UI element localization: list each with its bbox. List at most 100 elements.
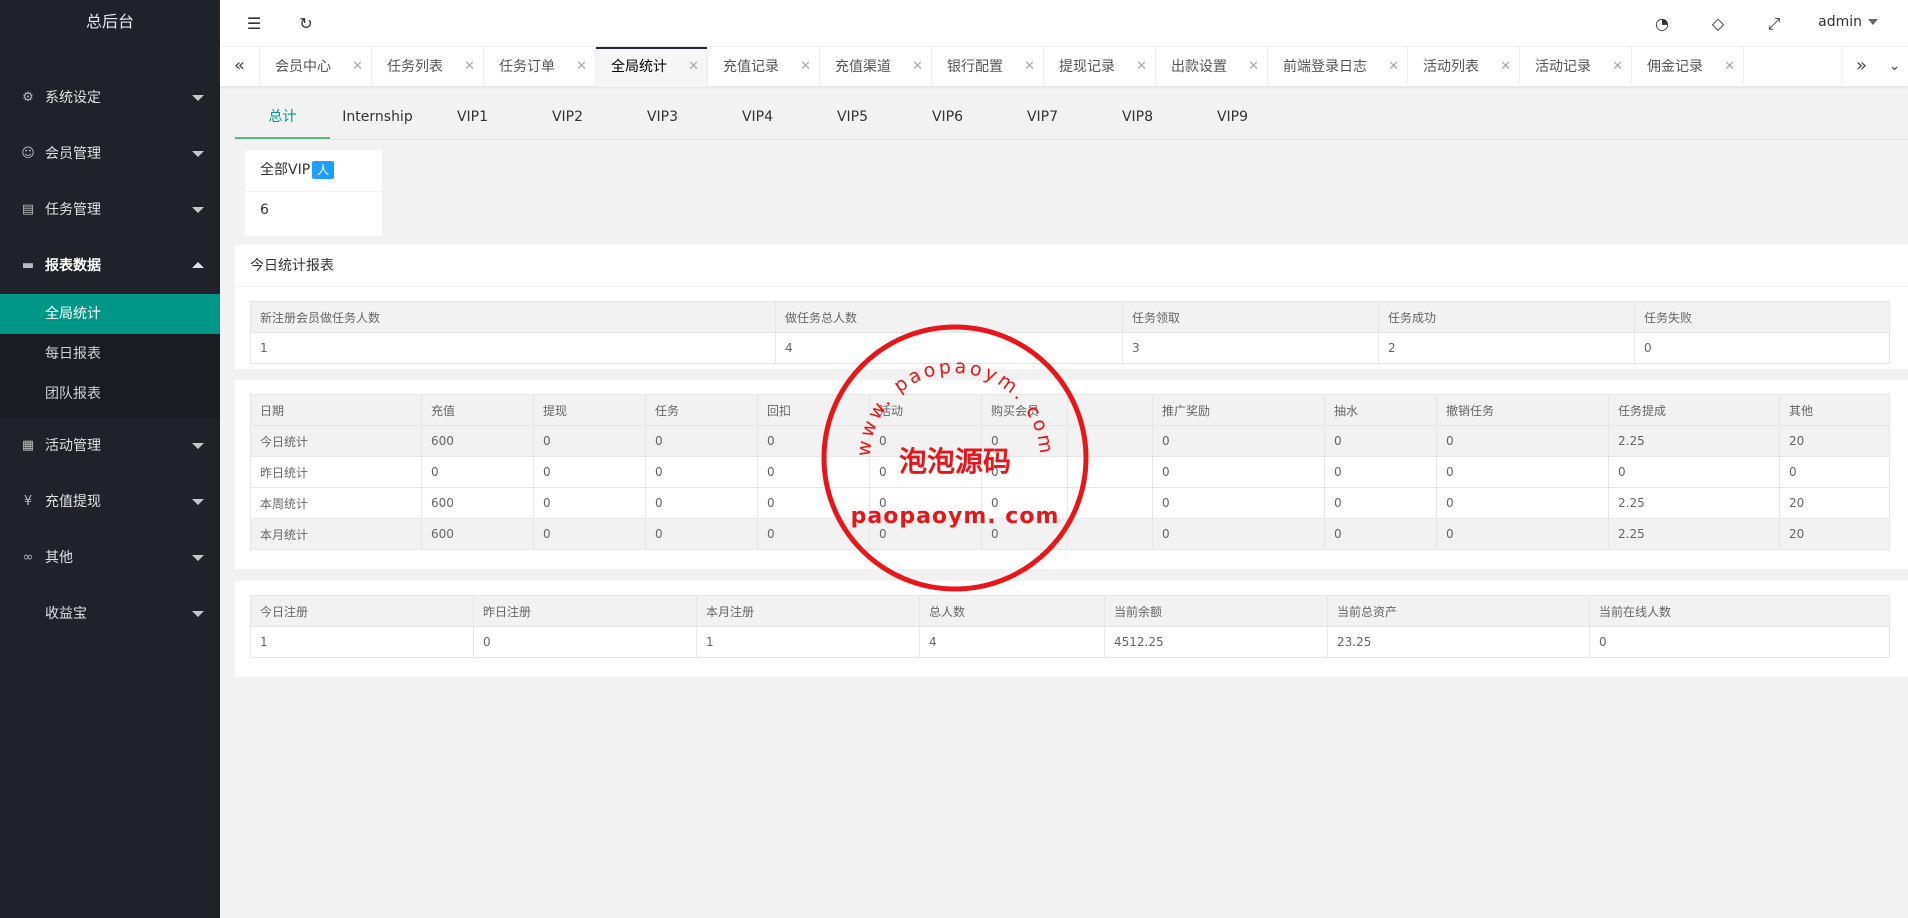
- table-cell: 0: [533, 425, 646, 457]
- table-row: 本周统计 600 0 0 0 0 0 0 0 0 2.25 20: [250, 487, 1890, 519]
- sidebar-subitem-daily-report[interactable]: 每日报表: [0, 334, 220, 374]
- tab-task-list[interactable]: 任务列表 ✕: [372, 47, 484, 87]
- close-icon[interactable]: ✕: [912, 47, 923, 87]
- vip-tab-internship[interactable]: Internship: [330, 100, 425, 139]
- sidebar-item-activities[interactable]: ▦ 活动管理: [0, 418, 220, 474]
- tag-icon[interactable]: ◇: [1706, 12, 1730, 36]
- chevron-down-icon: [192, 555, 204, 561]
- sidebar-item-label: 其他: [45, 550, 73, 566]
- close-icon[interactable]: ✕: [1500, 47, 1511, 87]
- vip-tab-total[interactable]: 总计: [235, 100, 330, 139]
- tab-label: 活动列表: [1423, 59, 1479, 75]
- chevron-down-icon: [192, 95, 204, 101]
- close-icon[interactable]: ✕: [464, 47, 475, 87]
- tab-activity-records[interactable]: 活动记录 ✕: [1520, 47, 1632, 87]
- tab-login-log[interactable]: 前端登录日志 ✕: [1268, 47, 1408, 87]
- tab-payout-settings[interactable]: 出款设置 ✕: [1156, 47, 1268, 87]
- sidebar-item-label: 充值提现: [45, 494, 101, 510]
- chevron-down-icon: [192, 151, 204, 157]
- tab-bank-config[interactable]: 银行配置 ✕: [932, 47, 1044, 87]
- close-icon[interactable]: ✕: [800, 47, 811, 87]
- close-icon[interactable]: ✕: [688, 47, 699, 87]
- table-cell: 0: [757, 518, 870, 550]
- tab-commission-records[interactable]: 佣金记录 ✕: [1632, 47, 1744, 87]
- close-icon[interactable]: ✕: [1248, 47, 1259, 87]
- tab-label: 全局统计: [611, 59, 667, 75]
- tab-member-center[interactable]: 会员中心 ✕: [260, 47, 372, 87]
- theme-palette-icon[interactable]: ◔: [1650, 12, 1674, 36]
- all-vip-label: 全部VIP: [260, 162, 311, 178]
- vip-tab-vip9[interactable]: VIP9: [1185, 100, 1280, 139]
- sidebar-item-reports[interactable]: ▬ 报表数据: [0, 238, 220, 294]
- sidebar-subitem-team-report[interactable]: 团队报表: [0, 374, 220, 414]
- close-icon[interactable]: ✕: [352, 47, 363, 87]
- close-icon[interactable]: ✕: [1612, 47, 1623, 87]
- close-icon[interactable]: ✕: [1024, 47, 1035, 87]
- table-header: 活动: [869, 394, 982, 426]
- table-header: 日期: [250, 394, 422, 426]
- finance-panel: 日期 充值 提现 任务 回扣 活动 购买会员 推广奖励 抽水 撤销任务 任务提成…: [235, 380, 1908, 569]
- fullscreen-icon[interactable]: ⤢: [1762, 12, 1786, 36]
- table-cell: 2.25: [1608, 487, 1780, 519]
- close-icon[interactable]: ✕: [1136, 47, 1147, 87]
- table-cell: 0: [1152, 456, 1325, 488]
- sidebar-item-members[interactable]: ☺ 会员管理: [0, 126, 220, 182]
- chevron-down-icon: [192, 207, 204, 213]
- tabs-scroll-left-icon[interactable]: «: [220, 47, 260, 87]
- table-cell: 0: [869, 518, 982, 550]
- sidebar-subitem-global-stats[interactable]: 全局统计: [0, 294, 220, 334]
- page-tabs-bar: « 会员中心 ✕ 任务列表 ✕ 任务订单 ✕ 全局统计 ✕ 充值记录 ✕ 充值渠道 ✕ 银行…: [220, 47, 1908, 87]
- table-cell: 0: [645, 518, 758, 550]
- sidebar-item-other[interactable]: ∞ 其他: [0, 530, 220, 586]
- tab-task-orders[interactable]: 任务订单 ✕: [484, 47, 596, 87]
- vip-tab-vip4[interactable]: VIP4: [710, 100, 805, 139]
- tabs-scroll-right-icon[interactable]: »: [1841, 47, 1881, 87]
- registration-table: 今日注册 昨日注册 本月注册 总人数 当前余额 当前总资产 当前在线人数 1 0…: [250, 595, 1890, 658]
- vip-tab-vip5[interactable]: VIP5: [805, 100, 900, 139]
- close-icon[interactable]: ✕: [1724, 47, 1735, 87]
- vip-tab-vip7[interactable]: VIP7: [995, 100, 1090, 139]
- tabs-dropdown-icon[interactable]: ⌄: [1881, 47, 1908, 87]
- app-logo-title: 总后台: [85, 12, 134, 31]
- tab-activity-list[interactable]: 活动列表 ✕: [1408, 47, 1520, 87]
- top-header: ☰ ↻ ◔ ◇ ⤢ admin: [220, 0, 1908, 47]
- vip-tab-vip1[interactable]: VIP1: [425, 100, 520, 139]
- tab-recharge-records[interactable]: 充值记录 ✕: [708, 47, 820, 87]
- table-header: 总人数: [919, 595, 1105, 627]
- close-icon[interactable]: ✕: [1388, 47, 1399, 87]
- sidebar-item-recharge-withdraw[interactable]: ¥ 充值提现: [0, 474, 220, 530]
- sidebar-item-label: 活动管理: [45, 438, 101, 454]
- tab-withdraw-records[interactable]: 提现记录 ✕: [1044, 47, 1156, 87]
- tab-label: 前端登录日志: [1283, 59, 1367, 75]
- vip-tab-vip3[interactable]: VIP3: [615, 100, 710, 139]
- tab-global-stats[interactable]: 全局统计 ✕: [596, 47, 708, 87]
- table-cell: 0: [1324, 487, 1437, 519]
- table-cell: 4: [775, 332, 1123, 364]
- sidebar-item-system-settings[interactable]: ⚙ 系统设定: [0, 70, 220, 126]
- table-header: 其他: [1779, 394, 1890, 426]
- finance-table: 日期 充值 提现 任务 回扣 活动 购买会员 推广奖励 抽水 撤销任务 任务提成…: [250, 394, 1890, 550]
- tab-recharge-channels[interactable]: 充值渠道 ✕: [820, 47, 932, 87]
- table-cell: 0: [757, 487, 870, 519]
- table-header: 当前在线人数: [1589, 595, 1890, 627]
- today-report-panel: 今日统计报表 新注册会员做任务人数 做任务总人数 任务领取 任务成功 任务失败 …: [235, 245, 1908, 369]
- table-cell: 本月统计: [250, 518, 422, 550]
- chevron-down-icon: [192, 499, 204, 505]
- sidebar-item-tasks[interactable]: ▤ 任务管理: [0, 182, 220, 238]
- user-menu[interactable]: admin: [1818, 14, 1878, 30]
- vip-tab-vip6[interactable]: VIP6: [900, 100, 995, 139]
- table-cell: 20: [1779, 518, 1890, 550]
- close-icon[interactable]: ✕: [576, 47, 587, 87]
- table-cell: 0: [1608, 456, 1780, 488]
- vip-tab-vip8[interactable]: VIP8: [1090, 100, 1185, 139]
- table-header: 充值: [421, 394, 534, 426]
- today-report-title: 今日统计报表: [235, 245, 1908, 287]
- refresh-icon[interactable]: ↻: [294, 12, 318, 36]
- vip-tab-vip2[interactable]: VIP2: [520, 100, 615, 139]
- tab-label: 佣金记录: [1647, 59, 1703, 75]
- collapse-menu-icon[interactable]: ☰: [242, 12, 266, 36]
- table-cell: 0: [1779, 456, 1890, 488]
- sidebar-item-yield-treasure[interactable]: 收益宝: [0, 586, 220, 642]
- tab-label: 任务订单: [499, 59, 555, 75]
- table-cell: 1: [250, 626, 474, 658]
